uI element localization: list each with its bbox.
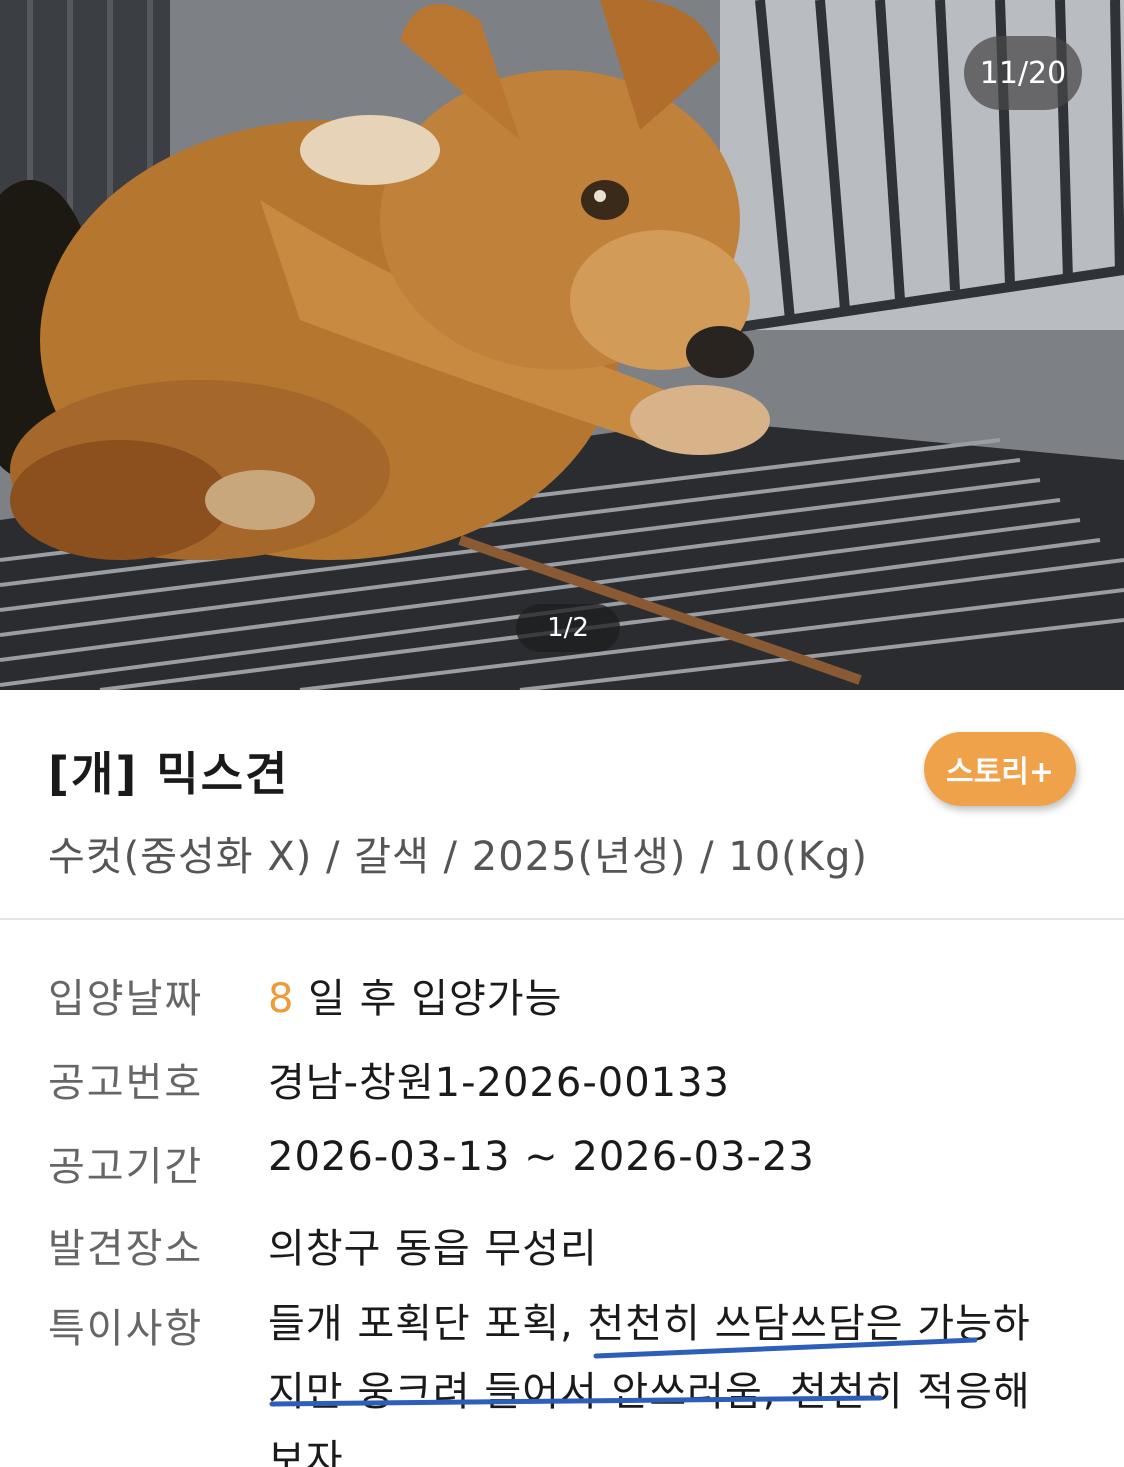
detail-row-adoption-date: 입양날짜 8 일 후 입양가능 xyxy=(48,966,1094,1026)
story-button[interactable]: 스토리+ xyxy=(924,732,1076,806)
animal-photo[interactable]: 11/20 1/2 xyxy=(0,0,1124,690)
title-row: [개] 믹스견 스토리+ xyxy=(48,732,1084,808)
detail-label: 입양날짜 xyxy=(48,976,204,1022)
photo-counter: 1/2 xyxy=(516,604,620,652)
gallery-counter: 11/20 xyxy=(964,36,1082,110)
detail-value: 8 일 후 입양가능 xyxy=(268,966,1094,1024)
detail-label: 발견장소 xyxy=(48,1226,204,1272)
detail-label: 특이사항 xyxy=(48,1306,204,1352)
notice-number: 경남-창원1-2026-00133 xyxy=(268,1060,730,1106)
adoption-days-suffix: 일 후 입양가능 xyxy=(294,976,563,1022)
detail-label: 공고번호 xyxy=(48,1060,204,1106)
notice-period: 2026-03-13 ~ 2026-03-23 xyxy=(268,1134,815,1180)
detail-row-found-place: 발견장소 의창구 동읍 무성리 xyxy=(48,1216,1094,1276)
dog-photo xyxy=(0,0,1124,690)
divider xyxy=(0,918,1124,920)
animal-summary: 수컷(중성화 X) / 갈색 / 2025(년생) / 10(Kg) xyxy=(48,834,868,880)
detail-row-notice-number: 공고번호 경남-창원1-2026-00133 xyxy=(48,1050,1094,1110)
detail-label: 공고기간 xyxy=(48,1144,204,1190)
detail-row-notice-period: 공고기간 2026-03-13 ~ 2026-03-23 xyxy=(48,1134,1094,1194)
found-place: 의창구 동읍 무성리 xyxy=(268,1226,598,1272)
special-notes: 들개 포획단 포획, 천천히 쓰담쓰담은 가능하지만 웅크려 들어서 안쓰러움,… xyxy=(268,1301,1031,1467)
adoption-days: 8 xyxy=(268,976,295,1022)
detail-row-notes: 특이사항 들개 포획단 포획, 천천히 쓰담쓰담은 가능하지만 웅크려 들어서 … xyxy=(48,1290,1094,1467)
